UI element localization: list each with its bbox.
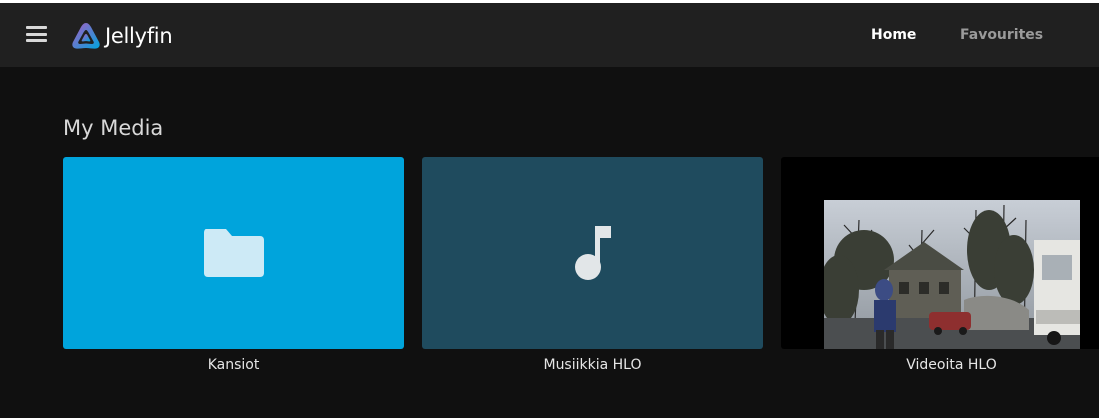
hamburger-menu-icon[interactable] — [26, 26, 47, 42]
jellyfin-logo-icon — [72, 23, 100, 49]
media-card-kansiot[interactable]: Kansiot — [63, 157, 404, 373]
music-note-icon — [574, 226, 611, 280]
card-image[interactable] — [422, 157, 763, 349]
app-logo[interactable]: Jellyfin — [70, 20, 173, 52]
folder-icon — [203, 229, 264, 277]
card-image[interactable] — [63, 157, 404, 349]
tab-home[interactable]: Home — [871, 27, 916, 43]
card-image[interactable] — [781, 157, 1099, 349]
app-header: Jellyfin Home Favourites — [0, 3, 1099, 67]
video-thumbnail — [824, 200, 1080, 349]
media-card-videoita-hlo[interactable]: Videoita HLO — [781, 157, 1099, 373]
card-label[interactable]: Kansiot — [63, 357, 404, 373]
card-label[interactable]: Videoita HLO — [781, 357, 1099, 373]
card-label[interactable]: Musiikkia HLO — [422, 357, 763, 373]
section-title-my-media: My Media — [63, 116, 164, 140]
media-card-musiikkia-hlo[interactable]: Musiikkia HLO — [422, 157, 763, 373]
app-name: Jellyfin — [105, 24, 173, 48]
tab-favourites[interactable]: Favourites — [960, 27, 1043, 43]
